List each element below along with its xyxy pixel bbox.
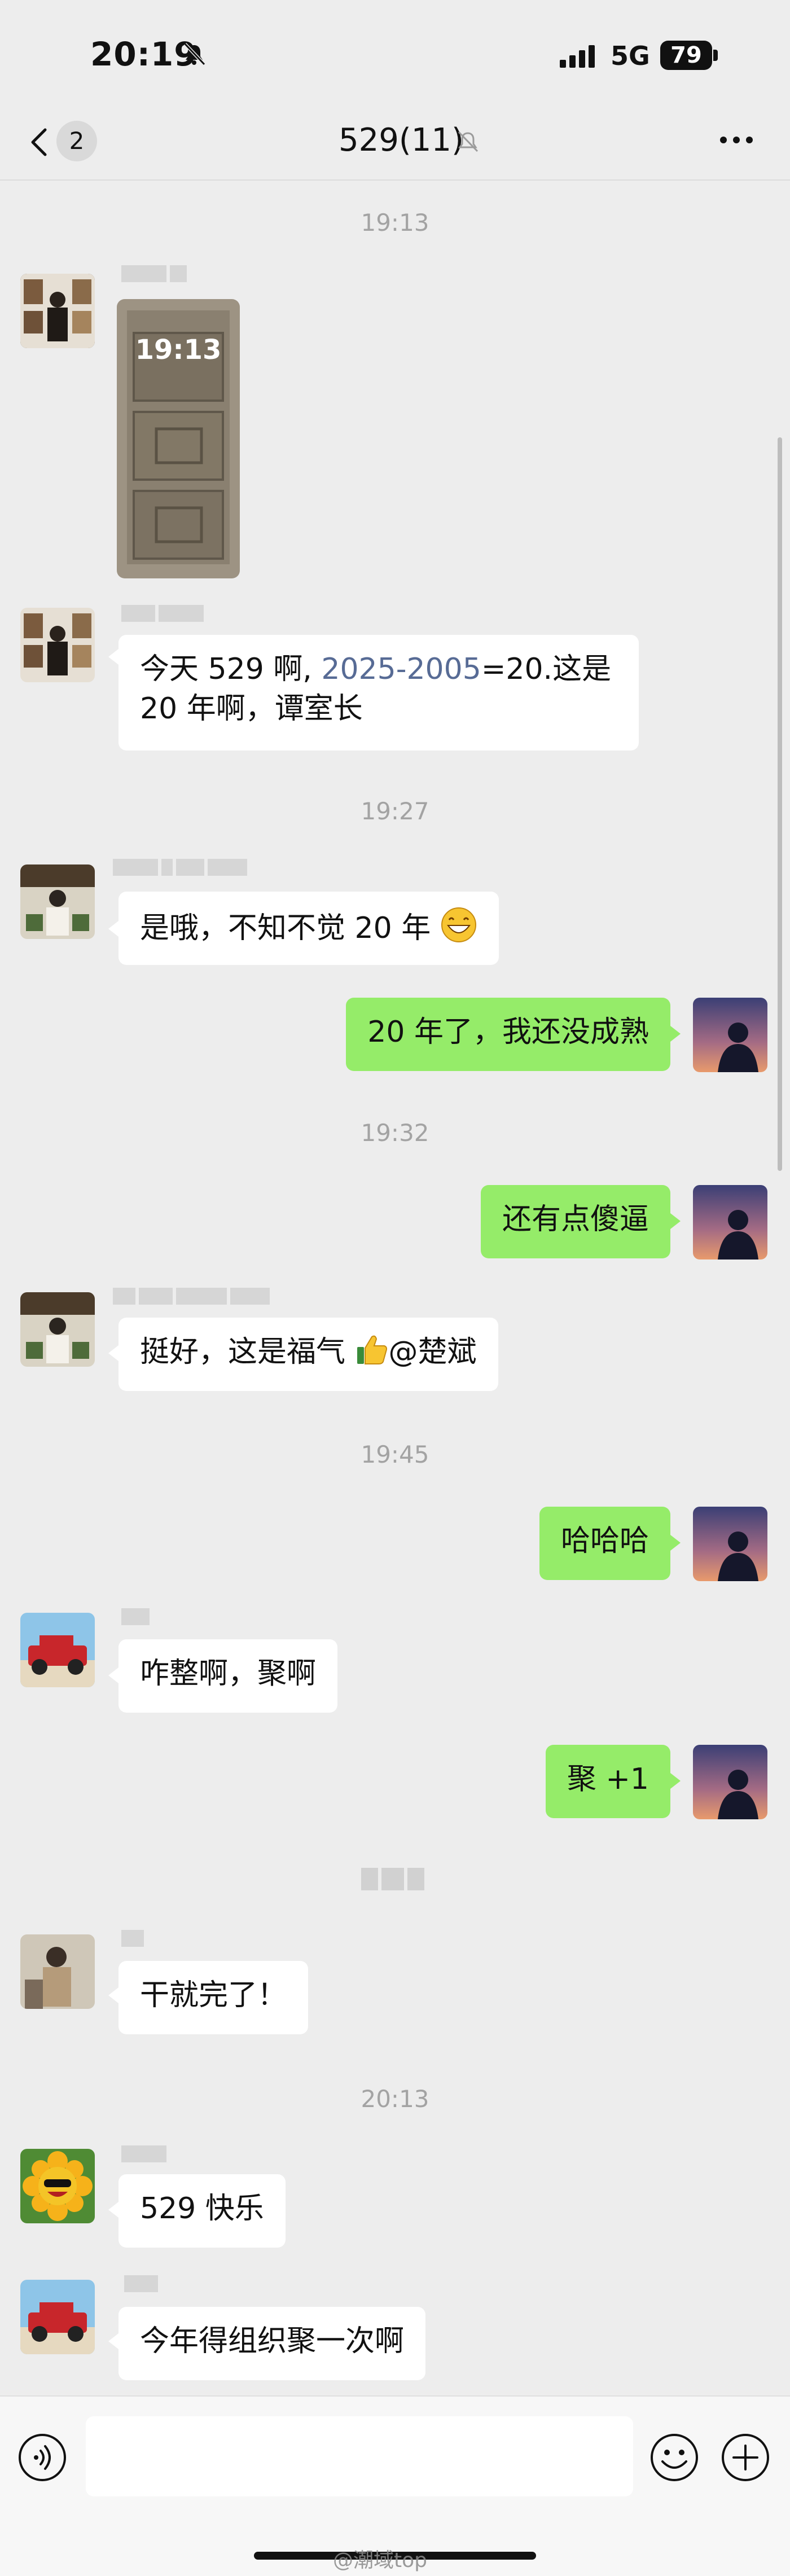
avatar[interactable] xyxy=(20,2149,95,2223)
bell-slash-icon xyxy=(183,42,206,66)
watermark: @潮域top xyxy=(333,2549,427,2572)
nickname-blurred xyxy=(113,1288,273,1305)
my-avatar[interactable] xyxy=(693,1745,767,1819)
message-bubble[interactable]: 挺好，这是福气 @楚斌 xyxy=(118,1318,498,1391)
date-link[interactable]: 2025-2005 xyxy=(321,652,481,686)
avatar[interactable] xyxy=(20,1292,95,1367)
timestamp: 19:45 xyxy=(361,1441,429,1468)
more-button[interactable] xyxy=(717,128,756,152)
message-bubble[interactable]: 今年得组织聚一次啊 xyxy=(118,2307,426,2380)
chevron-left-icon xyxy=(31,128,47,156)
scrollbar[interactable] xyxy=(778,437,782,1171)
plus-button[interactable] xyxy=(720,2432,771,2483)
nickname-blurred xyxy=(121,1608,153,1625)
nickname-blurred xyxy=(113,859,251,876)
timestamp: 19:27 xyxy=(361,797,429,825)
mute-bell-icon xyxy=(458,131,479,152)
timestamp: 19:32 xyxy=(361,1119,429,1147)
avatar[interactable] xyxy=(20,864,95,939)
message-bubble-outgoing[interactable]: 聚 +1 xyxy=(545,1745,670,1818)
network-type: 5G xyxy=(611,41,650,71)
grinning-emoji-icon xyxy=(441,907,476,942)
chat-title: 529(11) xyxy=(339,122,464,159)
avatar[interactable] xyxy=(20,608,95,682)
nickname-blurred xyxy=(121,2145,170,2162)
avatar[interactable] xyxy=(20,274,95,348)
message-bubble[interactable]: 今天 529 啊, 2025-2005=20.这是 20 年啊，谭室长 xyxy=(118,635,639,751)
unread-badge: 2 xyxy=(56,121,97,161)
mention[interactable]: @楚斌 xyxy=(389,1335,477,1369)
message-bubble[interactable]: 529 快乐 xyxy=(118,2174,286,2248)
nickname-blurred xyxy=(121,265,190,282)
timestamp: 19:13 xyxy=(361,209,429,236)
photo-message[interactable]: 19:13 xyxy=(117,299,240,578)
nickname-blurred xyxy=(121,1930,147,1947)
timestamp: 20:13 xyxy=(361,2085,429,2113)
signal-bars-icon xyxy=(560,45,595,68)
message-bubble[interactable]: 咋整啊，聚啊 xyxy=(118,1639,338,1713)
battery-indicator: 79 xyxy=(660,41,712,70)
message-bubble-outgoing[interactable]: 还有点傻逼 xyxy=(480,1185,670,1258)
message-bubble-outgoing[interactable]: 哈哈哈 xyxy=(539,1507,670,1580)
my-avatar[interactable] xyxy=(693,998,767,1072)
my-avatar[interactable] xyxy=(693,1507,767,1581)
photo-time: 19:13 xyxy=(135,334,222,366)
message-bubble-outgoing[interactable]: 20 年了，我还没成熟 xyxy=(346,998,670,1071)
message-bubble[interactable]: 是哦，不知不觉 20 年 xyxy=(118,892,499,965)
emoji-button[interactable] xyxy=(649,2432,700,2483)
avatar[interactable] xyxy=(20,1613,95,1687)
nickname-blurred xyxy=(121,605,207,622)
battery-nub xyxy=(713,50,718,61)
my-avatar[interactable] xyxy=(693,1185,767,1260)
thumbs-up-emoji-icon xyxy=(357,1335,387,1364)
message-input[interactable] xyxy=(86,2416,633,2496)
avatar[interactable] xyxy=(20,1934,95,2009)
timestamp-blurred xyxy=(361,1868,429,1890)
message-bubble[interactable]: 干就完了！ xyxy=(118,1961,309,2034)
nickname-blurred xyxy=(124,2275,161,2292)
avatar[interactable] xyxy=(20,2280,95,2354)
voice-button[interactable] xyxy=(17,2432,68,2483)
